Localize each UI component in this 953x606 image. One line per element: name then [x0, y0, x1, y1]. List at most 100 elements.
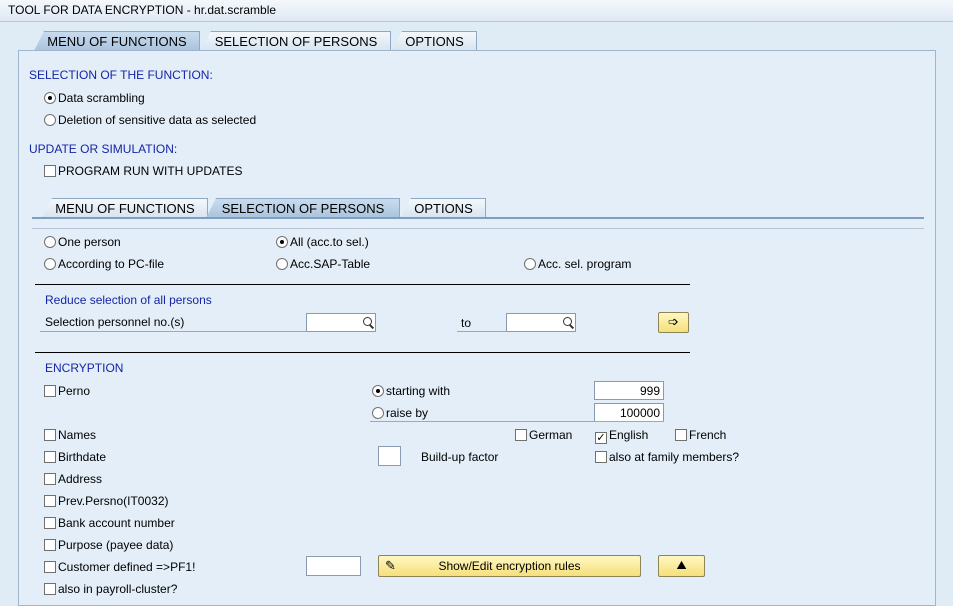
checkbox-names[interactable]: Names [44, 428, 96, 442]
radio-button[interactable] [44, 114, 56, 126]
checkbox-label: also at family members? [609, 450, 740, 464]
radio-one-person[interactable]: One person [44, 235, 121, 249]
checkbox-label: German [529, 428, 573, 442]
radio-button[interactable] [276, 258, 288, 270]
pencil-icon: ✎ [385, 558, 396, 573]
tab-selection-of-persons[interactable]: SELECTION OF PERSONS [201, 31, 391, 51]
person-icon: ⛰ [676, 558, 687, 572]
selection-personnel-label: Selection personnel no.(s) [45, 315, 185, 329]
checkbox-payroll-cluster[interactable]: also in payroll-cluster? [44, 582, 177, 596]
customer-defined-input[interactable] [306, 556, 361, 576]
checkbox-label: Bank account number [58, 516, 175, 530]
radio-label: Deletion of sensitive data as selected [58, 113, 257, 127]
radio-all[interactable]: All (acc.to sel.) [276, 235, 369, 249]
inner-tabstrip-divider [32, 217, 924, 219]
checkbox[interactable] [44, 583, 56, 595]
buildup-factor-input[interactable] [378, 446, 401, 466]
to-label: to [461, 316, 472, 330]
checkbox[interactable] [44, 165, 56, 177]
group-underline [370, 421, 664, 422]
checkbox-label: French [689, 428, 727, 442]
radio-button[interactable] [372, 407, 384, 419]
radio-sel-program[interactable]: Acc. sel. program [524, 257, 631, 271]
checkbox-french[interactable]: French [675, 428, 726, 442]
radio-label: All (acc.to sel.) [290, 235, 369, 249]
window-titlebar: TOOL FOR DATA ENCRYPTION - hr.dat.scramb… [0, 0, 953, 22]
checkbox-label: Purpose (payee data) [58, 538, 174, 552]
checkbox-label: Names [58, 428, 97, 442]
display-button[interactable]: ⛰ [658, 555, 705, 577]
tab-label: SELECTION OF PERSONS [221, 201, 385, 216]
button-label: Show/Edit encryption rules [438, 559, 581, 573]
checkbox-english[interactable]: ✓ English [595, 428, 648, 444]
checkbox-prev-persno[interactable]: Prev.Persno(IT0032) [44, 494, 169, 508]
search-icon[interactable] [563, 317, 572, 326]
personnel-to-input[interactable] [506, 313, 576, 332]
checkbox[interactable] [44, 385, 56, 397]
checkbox[interactable] [44, 539, 56, 551]
arrow-right-icon: ➩ [668, 314, 679, 329]
radio-sap-table[interactable]: Acc.SAP-Table [276, 257, 370, 271]
checkbox[interactable] [44, 495, 56, 507]
checkbox-address[interactable]: Address [44, 472, 102, 486]
checkbox[interactable] [44, 517, 56, 529]
checkbox-perno[interactable]: Perno [44, 384, 90, 398]
radio-raise-by[interactable]: raise by [372, 406, 428, 420]
checkbox-german[interactable]: German [515, 428, 572, 442]
inner-tab-menu-of-functions[interactable]: MENU OF FUNCTIONS [42, 198, 208, 218]
checkbox[interactable] [44, 473, 56, 485]
radio-data-scrambling[interactable]: Data scrambling [44, 91, 145, 105]
checkbox-label: PROGRAM RUN WITH UPDATES [58, 164, 243, 178]
inner-divider [32, 228, 924, 229]
checkbox-label: English [609, 428, 649, 442]
radio-button[interactable] [372, 385, 384, 397]
separator [35, 284, 690, 285]
checkbox[interactable] [44, 451, 56, 463]
separator [35, 352, 690, 353]
label-underline [457, 331, 506, 332]
checkbox-customer-defined[interactable]: Customer defined =>PF1! [44, 560, 195, 574]
search-icon[interactable] [363, 317, 372, 326]
radio-pc-file[interactable]: According to PC-file [44, 257, 164, 271]
checkbox[interactable] [675, 429, 687, 441]
radio-label: Data scrambling [58, 91, 145, 105]
inner-tab-selection-of-persons[interactable]: SELECTION OF PERSONS [206, 198, 400, 218]
radio-deletion[interactable]: Deletion of sensitive data as selected [44, 113, 256, 127]
tab-label: MENU OF FUNCTIONS [55, 201, 195, 216]
radio-button[interactable] [44, 258, 56, 270]
tab-options[interactable]: OPTIONS [392, 31, 477, 51]
tab-label: SELECTION OF PERSONS [214, 34, 378, 49]
show-edit-rules-button[interactable]: ✎ Show/Edit encryption rules [378, 555, 641, 577]
tab-menu-of-functions[interactable]: MENU OF FUNCTIONS [34, 31, 200, 51]
radio-button[interactable] [276, 236, 288, 248]
checkbox-bank-account[interactable]: Bank account number [44, 516, 175, 530]
checkbox[interactable] [515, 429, 527, 441]
checkbox-purpose[interactable]: Purpose (payee data) [44, 538, 173, 552]
reduce-heading: Reduce selection of all persons [45, 293, 212, 307]
label-underline [40, 331, 306, 332]
checkbox-label: Birthdate [58, 450, 107, 464]
personnel-from-input[interactable] [306, 313, 376, 332]
radio-button[interactable] [44, 236, 56, 248]
checkbox-program-run-with-updates[interactable]: PROGRAM RUN WITH UPDATES [44, 164, 242, 178]
starting-with-input[interactable]: 999 [594, 381, 664, 400]
checkbox[interactable] [595, 451, 607, 463]
radio-button[interactable] [524, 258, 536, 270]
checkbox-birthdate[interactable]: Birthdate [44, 450, 106, 464]
radio-label: starting with [386, 384, 451, 398]
checkbox-family-members[interactable]: also at family members? [595, 450, 739, 464]
raise-by-input[interactable]: 100000 [594, 403, 664, 422]
multiple-selection-button[interactable]: ➩ [658, 312, 689, 333]
radio-button[interactable] [44, 92, 56, 104]
checkbox[interactable] [44, 561, 56, 573]
window-title: TOOL FOR DATA ENCRYPTION - hr.dat.scramb… [8, 3, 277, 17]
radio-label: Acc.SAP-Table [290, 257, 371, 271]
checkbox-label: Prev.Persno(IT0032) [58, 494, 169, 508]
radio-starting-with[interactable]: starting with [372, 384, 450, 398]
checkbox-checked[interactable]: ✓ [595, 432, 607, 444]
checkbox[interactable] [44, 429, 56, 441]
radio-label: According to PC-file [58, 257, 165, 271]
checkbox-label: also in payroll-cluster? [58, 582, 178, 596]
inner-tab-options[interactable]: OPTIONS [401, 198, 486, 218]
function-heading: SELECTION OF THE FUNCTION: [29, 68, 213, 82]
